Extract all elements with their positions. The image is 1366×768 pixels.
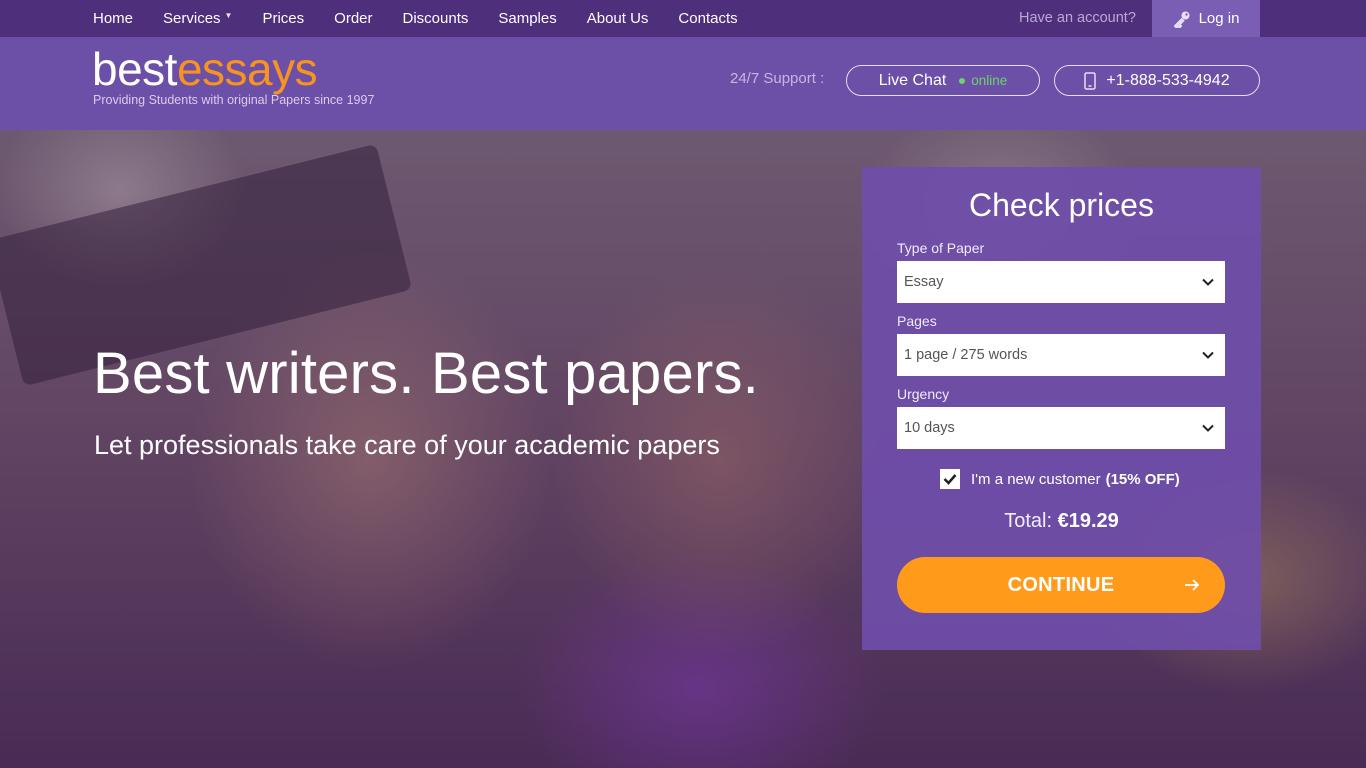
logo[interactable]: bestessays — [92, 43, 318, 95]
caret-down-icon: ▼ — [224, 11, 233, 20]
paper-type-select[interactable]: Essay — [897, 261, 1225, 303]
paper-type-label: Type of Paper — [897, 240, 985, 256]
chevron-down-icon — [1202, 424, 1214, 432]
live-chat-button[interactable]: Live Chat online — [846, 65, 1040, 96]
live-chat-status: online — [971, 73, 1008, 88]
hero-headline: Best writers. Best papers. — [93, 341, 759, 406]
new-customer-discount: (15% OFF) — [1105, 470, 1180, 488]
pages-select[interactable]: 1 page / 275 words — [897, 334, 1225, 376]
nav-link-about-us[interactable]: About Us — [587, 10, 649, 27]
nav-link-home[interactable]: Home — [93, 10, 133, 27]
logo-part-essays: essays — [176, 43, 318, 95]
hero-subheadline: Let professionals take care of your acad… — [94, 430, 720, 460]
new-customer-checkbox[interactable] — [940, 469, 960, 489]
check-prices-form: Check prices Type of Paper Essay Pages 1… — [862, 167, 1261, 650]
urgency-label: Urgency — [897, 386, 950, 402]
chevron-down-icon — [1202, 351, 1214, 359]
total-price: Total: €19.29 — [862, 510, 1261, 533]
nav-link-services-label: Services — [163, 10, 221, 27]
nav-link-order[interactable]: Order — [334, 10, 372, 27]
urgency-value: 10 days — [904, 420, 955, 436]
support-label: 24/7 Support : — [730, 70, 825, 87]
site-header: bestessays Providing Students with origi… — [0, 37, 1366, 130]
top-navigation: Home Services ▼ Prices Order Discounts Sa… — [0, 0, 1366, 37]
nav-link-contacts[interactable]: Contacts — [678, 10, 737, 27]
have-account-link[interactable]: Have an account? — [1019, 0, 1136, 37]
live-chat-label: Live Chat — [878, 71, 947, 89]
phone-icon — [1084, 71, 1097, 90]
new-customer-option[interactable]: I'm a new customer (15% OFF) — [940, 469, 1180, 489]
continue-button-label: CONTINUE — [1007, 573, 1115, 596]
chevron-down-icon — [1202, 278, 1214, 286]
nav-link-services[interactable]: Services ▼ — [163, 10, 232, 27]
total-value: €19.29 — [1057, 510, 1119, 532]
online-dot-icon — [959, 77, 966, 84]
continue-button[interactable]: CONTINUE — [897, 557, 1225, 613]
total-label: Total: — [1004, 510, 1053, 532]
phone-button[interactable]: +1-888-533-4942 — [1054, 65, 1260, 96]
tagline: Providing Students with original Papers … — [93, 93, 375, 107]
pages-value: 1 page / 275 words — [904, 347, 1028, 363]
new-customer-label: I'm a new customer — [971, 470, 1101, 488]
check-prices-title: Check prices — [969, 187, 1154, 223]
check-icon — [943, 474, 957, 485]
nav-link-discounts[interactable]: Discounts — [403, 10, 469, 27]
phone-number: +1-888-533-4942 — [1106, 71, 1230, 89]
arrow-right-icon — [1185, 579, 1200, 591]
logo-part-best: best — [92, 43, 177, 95]
nav-link-prices[interactable]: Prices — [262, 10, 304, 27]
key-icon — [1173, 11, 1190, 28]
nav-links: Home Services ▼ Prices Order Discounts Sa… — [93, 0, 768, 37]
nav-link-samples[interactable]: Samples — [498, 10, 556, 27]
login-button-label: Log in — [1198, 10, 1240, 27]
urgency-select[interactable]: 10 days — [897, 407, 1225, 449]
pages-label: Pages — [897, 313, 937, 329]
paper-type-value: Essay — [904, 274, 944, 290]
login-button[interactable]: Log in — [1152, 0, 1260, 37]
